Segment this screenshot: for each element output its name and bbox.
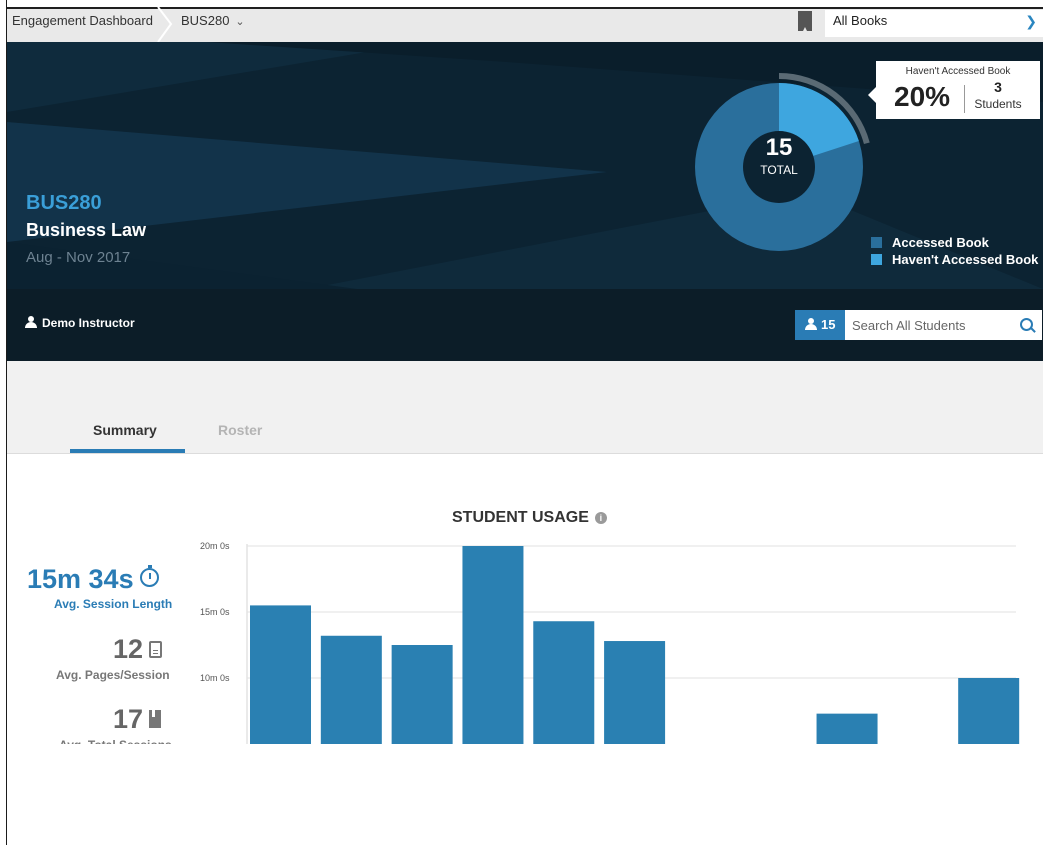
course-hero-banner: BUS280 Business Law Aug - Nov 2017 15 TO… bbox=[7, 42, 1043, 289]
usage-bar[interactable] bbox=[816, 713, 878, 744]
person-icon bbox=[25, 316, 37, 328]
legend-item-not-accessed: Haven't Accessed Book bbox=[871, 252, 1038, 267]
stat-session-length: 15m 34s bbox=[27, 564, 159, 595]
student-count: 15 bbox=[821, 317, 836, 332]
search-icon[interactable] bbox=[1020, 318, 1033, 331]
instructor-bar: Demo Instructor 15 bbox=[7, 289, 1043, 361]
course-term: Aug - Nov 2017 bbox=[26, 249, 131, 266]
stat-value: 12 bbox=[113, 634, 144, 664]
book-icon bbox=[798, 11, 812, 31]
window-frame-top bbox=[0, 0, 1043, 7]
tab-bar: Summary Roster bbox=[7, 361, 1043, 454]
instructor-name: Demo Instructor bbox=[42, 316, 135, 330]
usage-bar[interactable] bbox=[320, 635, 382, 744]
tab-summary[interactable]: Summary bbox=[93, 422, 157, 438]
stat-pages-per-session: 12 bbox=[113, 634, 163, 665]
legend-swatch bbox=[871, 254, 882, 265]
usage-bar[interactable] bbox=[391, 645, 453, 744]
tooltip-percent: 20% bbox=[894, 81, 951, 112]
donut-total-value: 15 bbox=[765, 134, 793, 161]
y-tick-label: 20m 0s bbox=[200, 541, 230, 551]
tooltip-title: Haven't Accessed Book bbox=[905, 66, 1011, 77]
person-icon bbox=[805, 318, 817, 330]
stat-value: 15m 34s bbox=[27, 564, 134, 594]
breadcrumb-separator-icon bbox=[157, 7, 173, 42]
books-select[interactable]: All Books ❯ bbox=[825, 10, 1043, 37]
usage-bar[interactable] bbox=[533, 621, 595, 744]
tooltip-divider bbox=[964, 85, 965, 113]
donut-total-label: TOTAL bbox=[760, 163, 798, 177]
student-count-badge: 15 bbox=[795, 310, 845, 340]
student-usage-chart: 10m 0s 15m 0s 20m 0s bbox=[200, 541, 1020, 744]
student-search bbox=[845, 310, 1042, 340]
books-select-value: All Books bbox=[833, 13, 888, 28]
info-icon[interactable]: i bbox=[594, 512, 607, 524]
top-navigation-bar: Engagement Dashboard BUS280 ⌄ All Books ❯ bbox=[7, 7, 1043, 42]
breadcrumb-engagement-dashboard[interactable]: Engagement Dashboard bbox=[12, 13, 153, 28]
course-dropdown[interactable]: BUS280 ⌄ bbox=[181, 13, 245, 28]
chevron-down-icon: ⌄ bbox=[235, 16, 245, 28]
legend-swatch bbox=[871, 237, 882, 248]
chart-title: STUDENT USAGE i bbox=[452, 509, 607, 527]
stat-label: Avg. Total Sessions bbox=[59, 738, 172, 744]
course-name: Business Law bbox=[26, 220, 147, 240]
usage-bar[interactable] bbox=[462, 546, 524, 744]
stat-value: 17 bbox=[113, 704, 144, 734]
y-tick-label: 15m 0s bbox=[200, 607, 230, 617]
instructor-info: Demo Instructor bbox=[25, 316, 135, 330]
chevron-down-icon: ❯ bbox=[1025, 13, 1037, 29]
usage-bar[interactable] bbox=[250, 605, 311, 744]
tab-roster[interactable]: Roster bbox=[218, 422, 262, 438]
active-tab-indicator bbox=[70, 449, 185, 453]
stopwatch-icon bbox=[139, 565, 159, 587]
bookmark-icon bbox=[149, 710, 162, 728]
usage-bar[interactable] bbox=[958, 678, 1020, 744]
course-dropdown-label: BUS280 bbox=[181, 13, 230, 28]
chart-title-text: STUDENT USAGE bbox=[452, 509, 589, 526]
donut-tooltip: Haven't Accessed Book 20% 3 Students bbox=[868, 61, 1040, 119]
legend-label: Accessed Book bbox=[892, 235, 989, 250]
stat-total-sessions: 17 bbox=[113, 704, 162, 735]
usage-bar[interactable] bbox=[604, 641, 666, 744]
tooltip-unit: Students bbox=[974, 97, 1022, 111]
course-code: BUS280 bbox=[26, 192, 102, 214]
legend-label: Haven't Accessed Book bbox=[892, 252, 1039, 267]
stat-label: Avg. Pages/Session bbox=[56, 668, 170, 682]
legend-item-accessed: Accessed Book bbox=[871, 235, 989, 250]
search-input[interactable] bbox=[845, 310, 1022, 340]
window-frame-left bbox=[0, 0, 7, 845]
page-icon bbox=[149, 641, 163, 658]
stat-label: Avg. Session Length bbox=[54, 597, 173, 611]
tooltip-count: 3 bbox=[994, 79, 1002, 95]
y-tick-label: 10m 0s bbox=[200, 673, 230, 683]
